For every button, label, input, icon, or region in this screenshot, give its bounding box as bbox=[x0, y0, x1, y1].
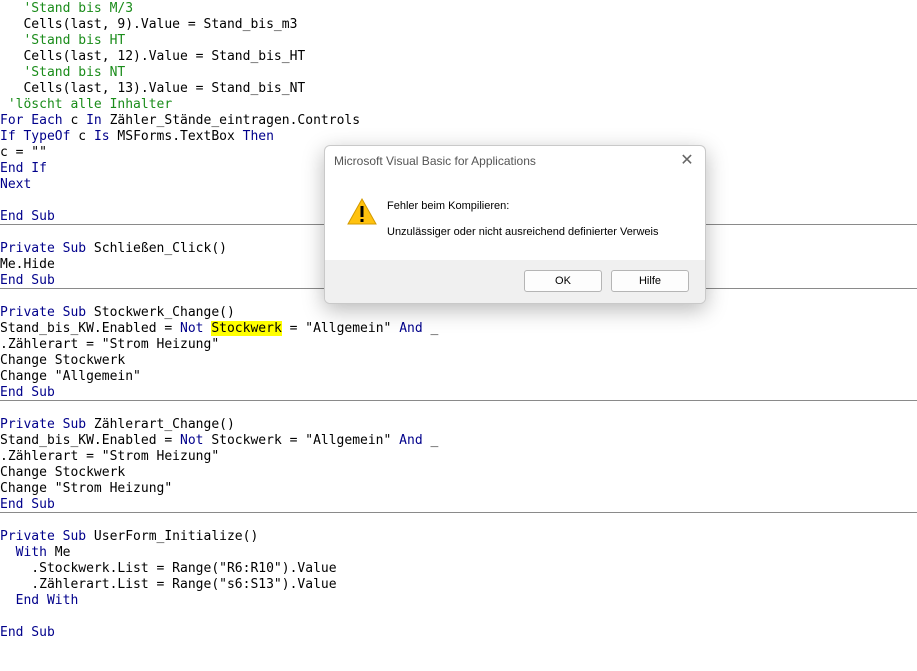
code-keyword: Then bbox=[242, 129, 274, 144]
error-heading: Fehler beim Kompilieren: bbox=[387, 200, 510, 212]
code-line[interactable]: Cells(last, 13).Value = Stand_bis_NT bbox=[0, 81, 917, 97]
code-line[interactable]: End With bbox=[0, 593, 917, 609]
code-keyword: End Sub bbox=[0, 273, 55, 288]
compile-error-dialog: Microsoft Visual Basic for Applications … bbox=[324, 145, 706, 304]
code-line[interactable]: With Me bbox=[0, 545, 917, 561]
code-keyword: Next bbox=[0, 177, 32, 192]
dialog-title: Microsoft Visual Basic for Applications bbox=[334, 154, 536, 168]
help-button[interactable]: Hilfe bbox=[611, 270, 689, 292]
code-line[interactable]: Private Sub Stockwerk_Change() bbox=[0, 305, 917, 321]
code-line[interactable]: .Zählerart = "Strom Heizung" bbox=[0, 337, 917, 353]
code-line[interactable]: 'löscht alle Inhalter bbox=[0, 97, 917, 113]
code-line[interactable]: 'Stand bis M/3 bbox=[0, 1, 917, 17]
code-line[interactable]: End Sub bbox=[0, 625, 917, 641]
code-keyword: TypeOf bbox=[23, 129, 71, 144]
dialog-button-bar: OK Hilfe bbox=[325, 260, 705, 303]
code-keyword: For Each bbox=[0, 113, 63, 128]
code-keyword: Not bbox=[180, 433, 204, 448]
code-keyword: Private Sub bbox=[0, 305, 87, 320]
code-line[interactable]: Private Sub UserForm_Initialize() bbox=[0, 529, 917, 545]
warning-icon bbox=[347, 197, 377, 225]
code-keyword: Private Sub bbox=[0, 529, 87, 544]
code-keyword: End Sub bbox=[0, 497, 55, 512]
code-keyword: End With bbox=[15, 593, 79, 608]
code-line[interactable]: 'Stand bis NT bbox=[0, 65, 917, 81]
code-line[interactable]: Stand_bis_KW.Enabled = Not Stockwerk = "… bbox=[0, 321, 917, 337]
code-keyword: End Sub bbox=[0, 625, 55, 640]
code-keyword: Is bbox=[93, 129, 110, 144]
code-keyword: Private Sub bbox=[0, 417, 87, 432]
code-line[interactable]: End Sub bbox=[0, 385, 917, 401]
code-keyword: With bbox=[15, 545, 47, 560]
code-line[interactable] bbox=[0, 401, 917, 417]
code-line[interactable]: Change Stockwerk bbox=[0, 353, 917, 369]
code-comment: 'Stand bis NT bbox=[0, 65, 126, 80]
code-keyword: In bbox=[86, 113, 102, 128]
code-line[interactable]: For Each c In Zähler_Stände_eintragen.Co… bbox=[0, 113, 917, 129]
code-keyword: Private Sub bbox=[0, 241, 87, 256]
code-line[interactable]: End Sub bbox=[0, 497, 917, 513]
ok-button[interactable]: OK bbox=[524, 270, 602, 292]
code-keyword: And bbox=[399, 433, 423, 448]
code-line[interactable]: .Zählerart.List = Range("s6:S13").Value bbox=[0, 577, 917, 593]
code-line[interactable]: Cells(last, 12).Value = Stand_bis_HT bbox=[0, 49, 917, 65]
code-keyword: End Sub bbox=[0, 385, 55, 400]
procedure-separator bbox=[0, 400, 917, 401]
code-line[interactable]: .Stockwerk.List = Range("R6:R10").Value bbox=[0, 561, 917, 577]
code-keyword: If bbox=[0, 129, 16, 144]
error-highlight: Stockwerk bbox=[211, 321, 282, 336]
code-line[interactable]: Stand_bis_KW.Enabled = Not Stockwerk = "… bbox=[0, 433, 917, 449]
code-comment: 'Stand bis HT bbox=[0, 33, 126, 48]
code-line[interactable] bbox=[0, 609, 917, 625]
code-line[interactable]: Change Stockwerk bbox=[0, 465, 917, 481]
code-editor[interactable]: 'Stand bis M/3 Cells(last, 9).Value = St… bbox=[0, 0, 917, 671]
code-line[interactable]: Change "Allgemein" bbox=[0, 369, 917, 385]
code-line[interactable]: 'Stand bis HT bbox=[0, 33, 917, 49]
code-line[interactable]: Private Sub Zählerart_Change() bbox=[0, 417, 917, 433]
code-keyword: Not bbox=[180, 321, 204, 336]
code-line[interactable]: .Zählerart = "Strom Heizung" bbox=[0, 449, 917, 465]
procedure-separator bbox=[0, 512, 917, 513]
code-line[interactable]: Cells(last, 9).Value = Stand_bis_m3 bbox=[0, 17, 917, 33]
code-keyword: End If bbox=[0, 161, 47, 176]
code-keyword: And bbox=[399, 321, 423, 336]
error-message: Unzulässiger oder nicht ausreichend defi… bbox=[387, 226, 659, 238]
code-keyword: End Sub bbox=[0, 209, 55, 224]
code-line[interactable]: If TypeOf c Is MSForms.TextBox Then bbox=[0, 129, 917, 145]
code-comment: 'Stand bis M/3 bbox=[0, 1, 134, 16]
code-line[interactable] bbox=[0, 513, 917, 529]
code-line[interactable]: Change "Strom Heizung" bbox=[0, 481, 917, 497]
code-comment: 'löscht alle Inhalter bbox=[0, 97, 173, 112]
close-icon[interactable]: ✕ bbox=[677, 151, 697, 171]
